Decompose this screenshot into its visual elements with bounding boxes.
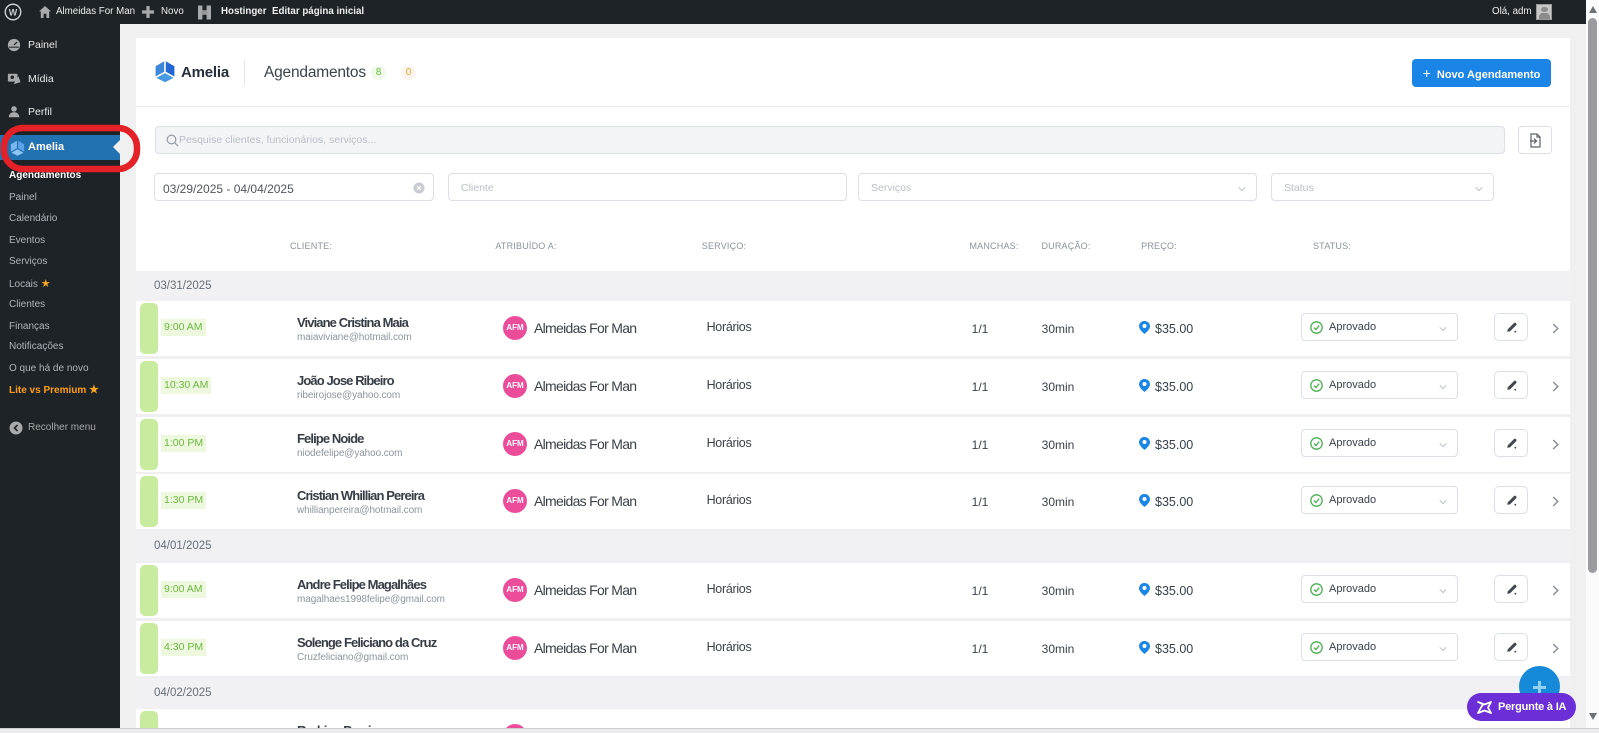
svg-text:W: W — [9, 8, 18, 18]
